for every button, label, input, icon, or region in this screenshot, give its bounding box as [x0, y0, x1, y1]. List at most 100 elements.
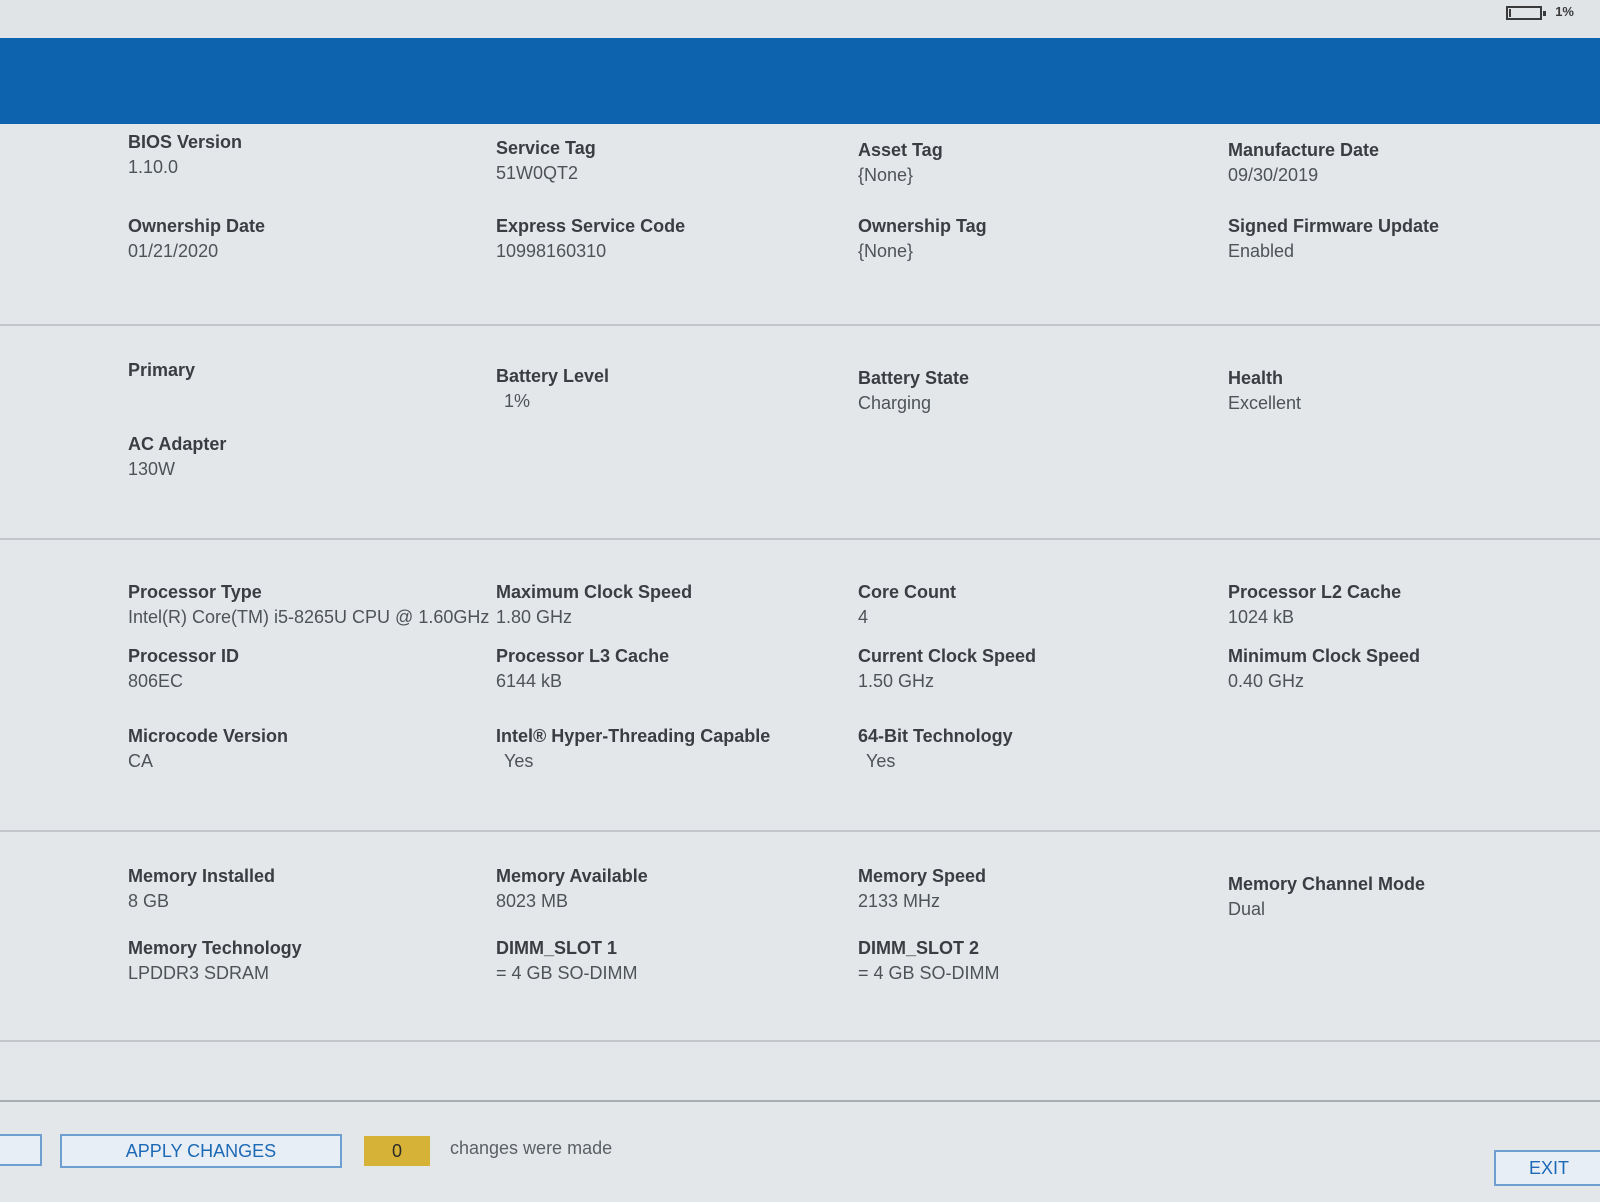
processor-type-field: Processor Type Intel(R) Core(TM) i5-8265…	[128, 580, 496, 630]
core-count-label: Core Count	[858, 582, 956, 602]
max-clock-field: Maximum Clock Speed 1.80 GHz	[496, 580, 858, 630]
health-label: Health	[1228, 368, 1284, 388]
ownership-tag-value: {None}	[858, 241, 914, 261]
battery-icon	[1506, 6, 1546, 20]
current-clock-field: Current Clock Speed 1.50 GHz	[858, 644, 1228, 694]
ac-adapter-field: AC Adapter 130W	[128, 432, 496, 482]
memory-speed-label: Memory Speed	[858, 866, 987, 886]
service-tag-label: Service Tag	[496, 138, 596, 158]
battery-state-label: Battery State	[858, 368, 970, 388]
battery-info-section: Primary Battery Level 1% Battery State C…	[0, 326, 1600, 540]
l2-cache-value: 1024 kB	[1228, 607, 1295, 627]
processor-id-label: Processor ID	[128, 646, 240, 666]
bottom-action-bar: APPLY CHANGES 0 changes were made EXIT	[0, 1100, 1600, 1202]
ac-adapter-label: AC Adapter	[128, 434, 227, 454]
dimm-slot-1-value: = 4 GB SO-DIMM	[496, 963, 638, 983]
memory-technology-label: Memory Technology	[128, 938, 302, 958]
primary-label: Primary	[128, 360, 196, 380]
dimm-slot-1-field: DIMM_SLOT 1 = 4 GB SO-DIMM	[496, 936, 858, 986]
memory-technology-value: LPDDR3 SDRAM	[128, 963, 270, 983]
ownership-date-value: 01/21/2020	[128, 241, 219, 261]
max-clock-value: 1.80 GHz	[496, 607, 573, 627]
bit64-field: 64-Bit Technology Yes	[858, 724, 1228, 774]
battery-state-field: Battery State Charging	[858, 366, 1228, 416]
express-service-code-field: Express Service Code 10998160310	[496, 214, 858, 264]
header-band	[0, 38, 1600, 124]
min-clock-value: 0.40 GHz	[1228, 671, 1305, 691]
dimm-slot-2-label: DIMM_SLOT 2	[858, 938, 980, 958]
memory-available-value: 8023 MB	[496, 891, 569, 911]
processor-info-section: Processor Type Intel(R) Core(TM) i5-8265…	[0, 540, 1600, 832]
processor-type-label: Processor Type	[128, 582, 262, 602]
bit64-label: 64-Bit Technology	[858, 726, 1013, 746]
memory-info-section: Memory Installed 8 GB Memory Available 8…	[0, 832, 1600, 1042]
core-count-field: Core Count 4	[858, 580, 1228, 630]
processor-type-value: Intel(R) Core(TM) i5-8265U CPU @ 1.60GHz	[128, 607, 490, 627]
memory-channel-mode-field: Memory Channel Mode Dual	[1228, 872, 1600, 922]
bios-version-label: BIOS Version	[128, 132, 243, 152]
l3-cache-field: Processor L3 Cache 6144 kB	[496, 644, 858, 694]
l3-cache-value: 6144 kB	[496, 671, 563, 691]
battery-level-label: Battery Level	[496, 366, 610, 386]
service-tag-value: 51W0QT2	[496, 163, 579, 183]
microcode-field: Microcode Version CA	[128, 724, 496, 774]
signed-firmware-update-value: Enabled	[1228, 241, 1295, 261]
memory-installed-label: Memory Installed	[128, 866, 276, 886]
current-clock-label: Current Clock Speed	[858, 646, 1037, 666]
bit64-value: Yes	[866, 751, 896, 771]
manufacture-date-value: 09/30/2019	[1228, 165, 1319, 185]
min-clock-label: Minimum Clock Speed	[1228, 646, 1421, 666]
ownership-date-field: Ownership Date 01/21/2020	[128, 214, 496, 264]
microcode-value: CA	[128, 751, 154, 771]
l2-cache-label: Processor L2 Cache	[1228, 582, 1402, 602]
health-field: Health Excellent	[1228, 366, 1600, 416]
battery-percentage: 1%	[1555, 4, 1574, 19]
dimm-slot-2-value: = 4 GB SO-DIMM	[858, 963, 1000, 983]
signed-firmware-update-label: Signed Firmware Update	[1228, 216, 1440, 236]
l2-cache-field: Processor L2 Cache 1024 kB	[1228, 580, 1600, 630]
system-info-section: BIOS Version 1.10.0 Service Tag 51W0QT2 …	[0, 124, 1600, 326]
asset-tag-value: {None}	[858, 165, 914, 185]
express-service-code-value: 10998160310	[496, 241, 607, 261]
min-clock-field: Minimum Clock Speed 0.40 GHz	[1228, 644, 1600, 694]
memory-installed-value: 8 GB	[128, 891, 170, 911]
ownership-date-label: Ownership Date	[128, 216, 266, 236]
hyperthreading-label: Intel® Hyper-Threading Capable	[496, 726, 771, 746]
core-count-value: 4	[858, 607, 869, 627]
signed-firmware-update-field: Signed Firmware Update Enabled	[1228, 214, 1600, 264]
battery-level-field: Battery Level 1%	[496, 364, 858, 416]
service-tag-field: Service Tag 51W0QT2	[496, 136, 858, 188]
memory-available-field: Memory Available 8023 MB	[496, 864, 858, 922]
manufacture-date-field: Manufacture Date 09/30/2019	[1228, 138, 1600, 188]
battery-nub	[1543, 11, 1546, 16]
left-edge-button[interactable]	[0, 1134, 42, 1166]
exit-button[interactable]: EXIT	[1494, 1150, 1600, 1186]
microcode-label: Microcode Version	[128, 726, 289, 746]
bios-version-value: 1.10.0	[128, 157, 179, 177]
battery-level-value: 1%	[504, 391, 531, 411]
hyperthreading-value: Yes	[504, 751, 534, 771]
battery-state-value: Charging	[858, 393, 932, 413]
asset-tag-field: Asset Tag {None}	[858, 138, 1228, 188]
dimm-slot-2-field: DIMM_SLOT 2 = 4 GB SO-DIMM	[858, 936, 1228, 986]
hyperthreading-field: Intel® Hyper-Threading Capable Yes	[496, 724, 858, 774]
overview-content[interactable]: BIOS Version 1.10.0 Service Tag 51W0QT2 …	[0, 124, 1600, 1100]
apply-changes-button[interactable]: APPLY CHANGES	[60, 1134, 342, 1168]
manufacture-date-label: Manufacture Date	[1228, 140, 1380, 160]
memory-speed-value: 2133 MHz	[858, 891, 941, 911]
dimm-slot-1-label: DIMM_SLOT 1	[496, 938, 618, 958]
processor-id-value: 806EC	[128, 671, 184, 691]
memory-available-label: Memory Available	[496, 866, 648, 886]
memory-speed-field: Memory Speed 2133 MHz	[858, 864, 1228, 922]
l3-cache-label: Processor L3 Cache	[496, 646, 670, 666]
max-clock-label: Maximum Clock Speed	[496, 582, 693, 602]
ownership-tag-label: Ownership Tag	[858, 216, 987, 236]
changes-status-text: changes were made	[450, 1138, 613, 1158]
ownership-tag-field: Ownership Tag {None}	[858, 214, 1228, 264]
memory-channel-mode-label: Memory Channel Mode	[1228, 874, 1426, 894]
battery-fill	[1509, 9, 1511, 17]
asset-tag-label: Asset Tag	[858, 140, 943, 160]
express-service-code-label: Express Service Code	[496, 216, 686, 236]
changes-count-badge: 0	[364, 1136, 430, 1166]
processor-id-field: Processor ID 806EC	[128, 644, 496, 694]
